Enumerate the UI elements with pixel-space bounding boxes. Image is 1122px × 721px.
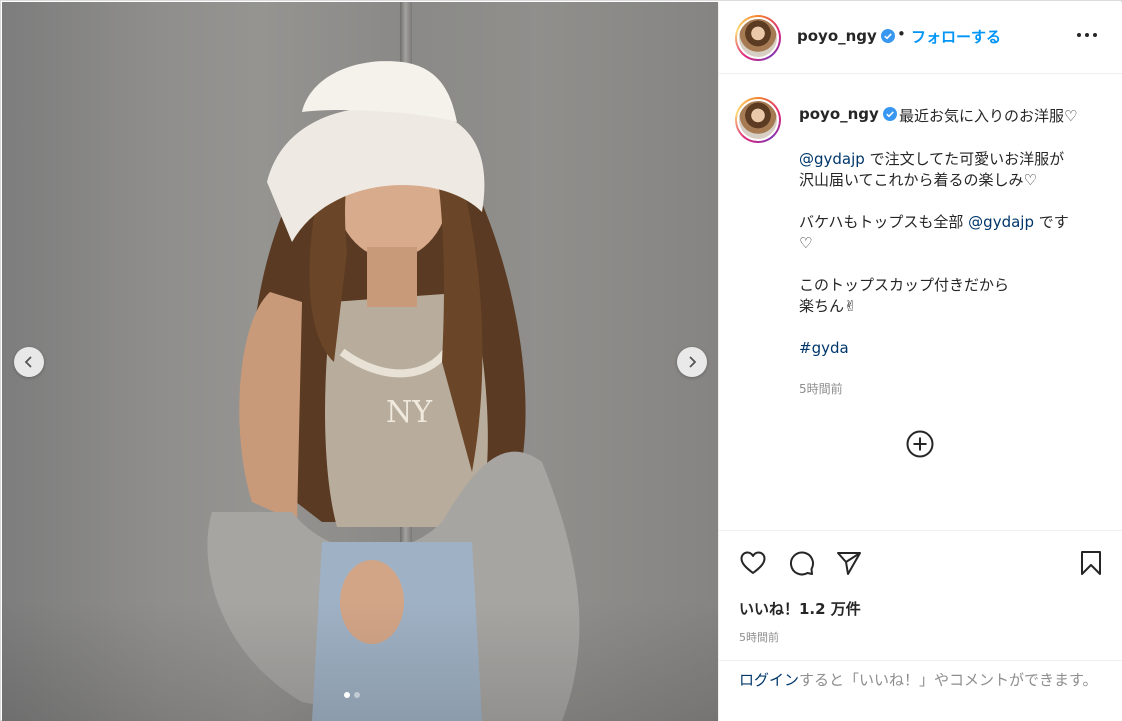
post-sidebar: poyo_ngy • フォローする poyo_ngy 最近お気に入りのお洋服♡ … <box>718 2 1122 721</box>
login-link[interactable]: ログイン <box>739 671 799 689</box>
avatar[interactable] <box>735 97 781 143</box>
more-options-icon[interactable] <box>1075 23 1099 47</box>
caption-area: poyo_ngy 最近お気に入りのお洋服♡ @gydajp で注文してた可愛いお… <box>719 75 1122 530</box>
comment-icon[interactable] <box>787 549 815 577</box>
verified-badge-icon <box>880 29 895 43</box>
caption-line: で注文してた可愛いお洋服が <box>864 150 1065 168</box>
carousel-dot <box>344 692 350 698</box>
post-actions: いいね！1.2 万件 5時間前 <box>719 530 1122 660</box>
heart-icon[interactable] <box>739 549 767 577</box>
caption-first-line: 最近お気に入りのお洋服♡ <box>899 107 1078 125</box>
caption-line: バケハもトップスも全部 <box>799 213 969 231</box>
next-image-button[interactable] <box>677 347 707 377</box>
caption-username-text: poyo_ngy <box>799 105 879 123</box>
share-icon[interactable] <box>835 549 863 577</box>
post-timestamp: 5時間前 <box>739 631 779 644</box>
carousel-indicator <box>344 692 360 698</box>
previous-image-button[interactable] <box>14 347 44 377</box>
login-prompt-text: すると「いいね！」やコメントができます。 <box>799 671 1098 689</box>
login-prompt: ログインすると「いいね！」やコメントができます。 <box>719 660 1122 721</box>
follow-button[interactable]: フォローする <box>911 26 1001 47</box>
caption-line: ♡ <box>799 234 813 252</box>
caption-text: @gydajp で注文してた可愛いお洋服が 沢山届いてこれから着るの楽しみ♡ バ… <box>799 149 1105 359</box>
header-separator: • <box>897 25 906 43</box>
username-link[interactable]: poyo_ngy <box>797 27 895 45</box>
caption-line: です <box>1033 213 1069 231</box>
chevron-right-icon <box>689 356 697 368</box>
bookmark-icon[interactable] <box>1077 549 1105 577</box>
carousel-dot <box>354 692 360 698</box>
caption-timestamp: 5時間前 <box>799 382 843 396</box>
mention-link[interactable]: @gydajp <box>799 150 865 168</box>
chevron-left-icon <box>24 356 32 368</box>
caption-username-link[interactable]: poyo_ngy <box>799 105 897 123</box>
caption-line: 楽ちん✌︎ <box>799 297 857 315</box>
username-text: poyo_ngy <box>797 27 877 45</box>
verified-badge-icon <box>882 107 897 121</box>
hashtag-link[interactable]: #gyda <box>799 339 849 357</box>
caption-line: このトップスカップ付きだから <box>799 276 1010 294</box>
svg-text:NY: NY <box>386 395 433 430</box>
post-modal: NY poyo_ngy • フォローする poyo_ngy 最近お気に入りのお洋… <box>0 0 1122 721</box>
post-header: poyo_ngy • フォローする <box>719 2 1122 74</box>
caption-line: 沢山届いてこれから着るの楽しみ♡ <box>799 171 1037 189</box>
post-photo[interactable]: NY <box>2 2 718 721</box>
likes-count[interactable]: いいね！1.2 万件 <box>739 598 861 619</box>
photo-shade <box>2 601 718 721</box>
avatar[interactable] <box>735 15 781 61</box>
plus-circle-icon[interactable] <box>905 429 935 459</box>
mention-link[interactable]: @gydajp <box>968 213 1034 231</box>
